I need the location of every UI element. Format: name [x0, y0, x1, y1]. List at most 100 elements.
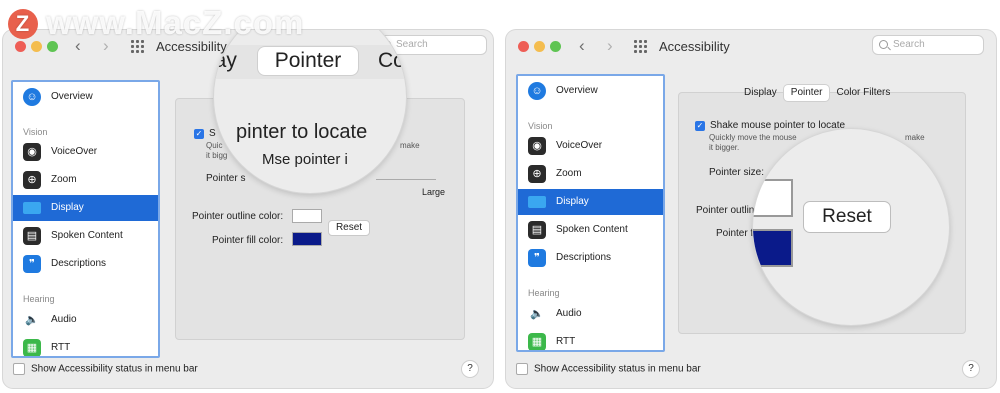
sidebar-item-label: Spoken Content — [51, 230, 123, 241]
descriptions-icon: ❞ — [23, 255, 41, 273]
sidebar-item-display[interactable]: Display — [518, 189, 663, 215]
pointer-size-slider-track[interactable] — [376, 179, 436, 180]
checkbox-label: Shake mouse pointer to locate — [710, 120, 846, 131]
tab-display[interactable]: Display — [737, 85, 784, 101]
title-bar: ‹ › Accessibility Search — [506, 30, 996, 62]
sidebar-item-spoken-content[interactable]: ▤ Spoken Content — [518, 217, 663, 243]
sidebar-item-label: Descriptions — [51, 258, 107, 269]
speaker-icon: 🔈 — [23, 311, 41, 329]
forward-chevron-icon[interactable]: › — [607, 36, 613, 56]
section-heading-hearing: Hearing — [528, 288, 560, 298]
help-button[interactable]: ? — [962, 360, 980, 378]
sidebar-item-voiceover[interactable]: ◉ VoiceOver — [518, 133, 663, 159]
sidebar: ☺ Overview Vision ◉ VoiceOver ⊕ Zoom Dis… — [11, 80, 160, 358]
magnified-reset-button[interactable]: Reset — [803, 201, 891, 233]
magnified-outline-color-well — [753, 179, 793, 217]
sidebar-item-zoom[interactable]: ⊕ Zoom — [518, 161, 663, 187]
sidebar-item-label: RTT — [556, 336, 576, 347]
reset-button[interactable]: Reset — [328, 220, 370, 236]
sidebar-item-label: VoiceOver — [556, 140, 603, 151]
window-title: Accessibility — [659, 39, 730, 54]
pointer-size-label: Pointer size: — [709, 167, 765, 178]
sidebar-item-label: Spoken Content — [556, 224, 628, 235]
back-chevron-icon[interactable]: ‹ — [579, 36, 585, 56]
sidebar-item-label: Descriptions — [556, 252, 612, 263]
status-checkbox-label: Show Accessibility status in menu bar — [534, 363, 701, 375]
sidebar-item-descriptions[interactable]: ❞ Descriptions — [13, 251, 158, 277]
sidebar-item-spoken-content[interactable]: ▤ Spoken Content — [13, 223, 158, 249]
fill-color-label: Pointer fill color: — [212, 235, 284, 246]
sidebar-item-audio[interactable]: 🔈 Audio — [13, 307, 158, 333]
display-icon — [23, 202, 41, 214]
speaker-icon: 🔈 — [528, 305, 546, 323]
close-button[interactable] — [518, 41, 529, 52]
descriptions-icon: ❞ — [528, 249, 546, 267]
watermark: Zwww.MacZ.com — [8, 4, 304, 42]
search-placeholder: Search — [893, 39, 925, 50]
sidebar-item-overview[interactable]: ☺ Overview — [518, 78, 663, 104]
fill-color-well[interactable] — [292, 232, 322, 246]
rtt-icon: ▦ — [528, 333, 546, 350]
status-menu-option[interactable]: Show Accessibility status in menu bar — [516, 363, 701, 375]
voiceover-icon: ◉ — [23, 143, 41, 161]
sidebar-item-display[interactable]: Display — [13, 195, 158, 221]
sidebar-item-label: Zoom — [51, 174, 77, 185]
sidebar-item-overview[interactable]: ☺ Overview — [13, 84, 158, 110]
watermark-text: www.MacZ.com — [46, 4, 305, 41]
sidebar-item-audio[interactable]: 🔈 Audio — [518, 301, 663, 327]
sidebar-item-voiceover[interactable]: ◉ VoiceOver — [13, 139, 158, 165]
shake-pointer-checkbox[interactable]: ✓ — [695, 121, 705, 131]
shake-pointer-checkbox[interactable]: ✓ — [194, 129, 204, 139]
accessibility-icon: ☺ — [23, 88, 41, 106]
tab-color-filters[interactable]: Color Filters — [829, 85, 897, 101]
magnifier-lens: Reset — [752, 128, 950, 326]
minimize-button[interactable] — [534, 41, 545, 52]
tab-pointer[interactable]: Pointer — [783, 85, 830, 101]
outline-color-label: Pointer outline color: — [192, 211, 284, 222]
magnified-tab-color-filters: Co — [378, 49, 405, 72]
sidebar-item-label: Zoom — [556, 168, 582, 179]
sidebar-item-label: Audio — [556, 308, 582, 319]
description-line: it bigger. — [709, 143, 740, 152]
description-fragment: make — [400, 141, 420, 150]
sidebar-item-label: Display — [556, 196, 589, 207]
sidebar-item-label: Audio — [51, 314, 77, 325]
description-line: Quic — [206, 141, 223, 150]
sidebar-item-label: Overview — [556, 85, 598, 96]
sidebar-item-descriptions[interactable]: ❞ Descriptions — [518, 245, 663, 271]
watermark-logo-icon: Z — [8, 9, 38, 39]
description-fragment: make — [905, 133, 925, 142]
minimize-button[interactable] — [31, 41, 42, 52]
speech-icon: ▤ — [528, 221, 546, 239]
voiceover-icon: ◉ — [528, 137, 546, 155]
left-preferences-window: ‹ › Accessibility Search ☺ Overview Visi… — [3, 30, 493, 388]
sidebar-item-label: VoiceOver — [51, 146, 98, 157]
zoom-button[interactable] — [47, 41, 58, 52]
close-button[interactable] — [15, 41, 26, 52]
sidebar-item-rtt[interactable]: ▦ RTT — [518, 329, 663, 350]
sidebar-item-zoom[interactable]: ⊕ Zoom — [13, 167, 158, 193]
status-checkbox[interactable] — [13, 363, 25, 375]
speech-icon: ▤ — [23, 227, 41, 245]
display-icon — [528, 196, 546, 208]
zoom-button[interactable] — [550, 41, 561, 52]
magnified-tab-pointer: Pointer — [258, 47, 358, 75]
fill-color-label: Pointer fi — [716, 228, 756, 239]
status-checkbox-label: Show Accessibility status in menu bar — [31, 363, 198, 375]
search-icon — [879, 40, 888, 49]
checkbox-label: S — [209, 128, 216, 139]
show-all-grid-icon[interactable] — [634, 40, 647, 53]
description-line: Quickly move the mouse — [709, 133, 797, 142]
help-button[interactable]: ? — [461, 360, 479, 378]
zoom-icon: ⊕ — [23, 171, 41, 189]
outline-color-well[interactable] — [292, 209, 322, 223]
status-menu-option[interactable]: Show Accessibility status in menu bar — [13, 363, 198, 375]
sidebar-item-rtt[interactable]: ▦ RTT — [13, 335, 158, 356]
pointer-size-label: Pointer s — [206, 173, 246, 184]
right-preferences-window: ‹ › Accessibility Search ☺ Overview Visi… — [506, 30, 996, 388]
magnified-description: Mse pointer i — [262, 151, 348, 168]
magnified-tab-display: lay — [214, 49, 237, 72]
section-heading-hearing: Hearing — [23, 294, 55, 304]
search-field[interactable]: Search — [872, 35, 984, 55]
status-checkbox[interactable] — [516, 363, 528, 375]
